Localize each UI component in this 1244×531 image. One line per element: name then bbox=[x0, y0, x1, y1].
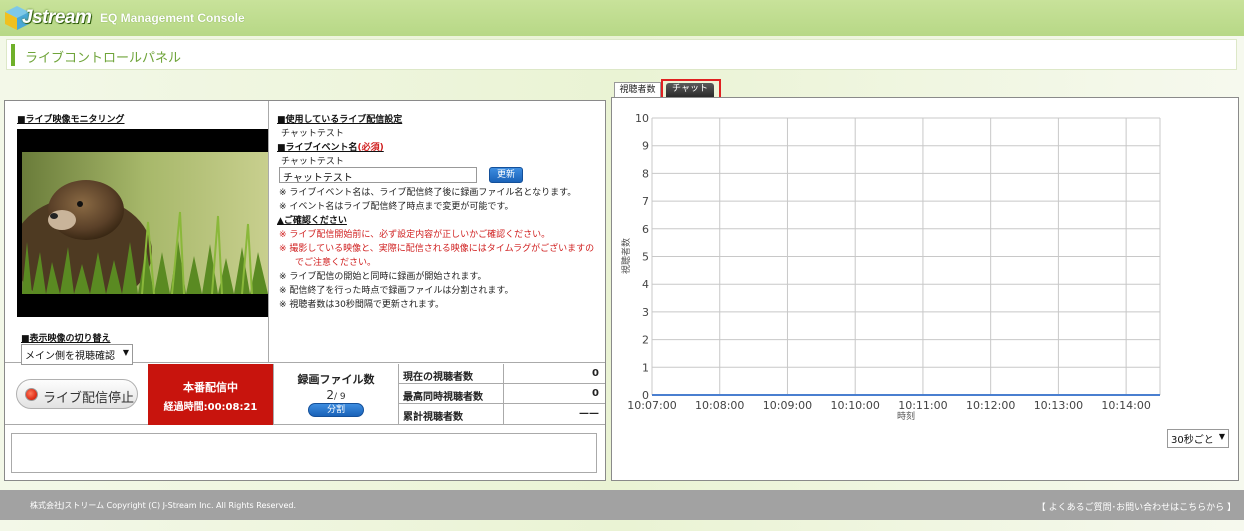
warning-item: ※ ライブ配信開始前に、必ず設定内容が正しいかご確認ください。 bbox=[279, 230, 551, 240]
y-tick-label: 4 bbox=[642, 278, 649, 291]
event-name-input[interactable]: チャットテスト bbox=[279, 167, 477, 184]
rec-current: 2 bbox=[326, 388, 334, 402]
monitor-title: ■ライブ映像モニタリング bbox=[17, 115, 125, 125]
viewer-stats-table: 現在の視聴者数 0 最高同時視聴者数 0 累計視聴者数 —— bbox=[399, 364, 605, 425]
display-switch-value: メイン側を視聴確認 bbox=[25, 351, 115, 362]
interval-value: 30秒ごと bbox=[1171, 435, 1214, 446]
y-tick-label: 2 bbox=[642, 334, 649, 347]
table-row: 最高同時視聴者数 0 bbox=[399, 384, 605, 404]
live-control-panel: ■ライブ映像モニタリング ■表示映像の切り替え メイン側を視聴確認 ▼ ■使用し… bbox=[4, 100, 606, 481]
info-item: ※ ライブ配信の開始と同時に録画が開始されます。 bbox=[279, 272, 487, 282]
live-status-badge: 本番配信中 経過時間:00:08:21 bbox=[148, 364, 273, 425]
faq-link[interactable]: 【 よくあるご質問･お問い合わせはこちらから 】 bbox=[1037, 500, 1236, 513]
live-video-player[interactable] bbox=[17, 129, 268, 317]
x-tick-label: 10:14:00 bbox=[1101, 399, 1150, 412]
logo-text: Jstream bbox=[22, 7, 92, 28]
video-monitor-section: ■ライブ映像モニタリング ■表示映像の切り替え メイン側を視聴確認 ▼ bbox=[5, 101, 269, 365]
event-title-text: ■ライブイベント名 bbox=[277, 143, 358, 153]
page-title: ライブコントロールパネル bbox=[25, 51, 182, 66]
x-tick-label: 10:13:00 bbox=[1034, 399, 1083, 412]
table-row: 現在の視聴者数 0 bbox=[399, 364, 605, 384]
confirm-title: ▲ご確認ください bbox=[277, 216, 347, 226]
event-title: ■ライブイベント名(必須) bbox=[277, 140, 384, 153]
info-item: ※ 配信終了を行った時点で録画ファイルは分割されます。 bbox=[279, 286, 514, 296]
copyright-text: 株式会社Jストリーム Copyright (C) J-Stream Inc. A… bbox=[30, 501, 297, 510]
required-mark: (必須) bbox=[357, 143, 384, 153]
info-item: ※ 視聴者数は30秒間隔で更新されます。 bbox=[279, 300, 444, 310]
console-title: EQ Management Console bbox=[100, 11, 245, 25]
config-title: ■使用しているライブ配信設定 bbox=[277, 115, 403, 125]
stat-value: —— bbox=[579, 408, 599, 419]
note-item: ※ イベント名はライブ配信終了時点まで変更が可能です。 bbox=[279, 202, 514, 212]
stat-label: 累計視聴者数 bbox=[403, 412, 463, 423]
viewer-count-chart: 01234567891010:07:00 10:08:00 10:09:00 10:1… bbox=[620, 112, 1161, 422]
warning-item: でご注意ください。 bbox=[295, 258, 377, 268]
status-row: ライブ配信停止 本番配信中 経過時間:00:08:21 録画ファイル数 2/ 9… bbox=[5, 364, 605, 425]
note-item: ※ ライブイベント名は、ライブ配信終了後に録画ファイル名となります。 bbox=[279, 188, 577, 198]
table-row: 累計視聴者数 —— bbox=[399, 404, 605, 424]
settings-section: ■使用しているライブ配信設定 チャットテスト ■ライブイベント名(必須) チャッ… bbox=[269, 101, 605, 363]
split-button[interactable]: 分割 bbox=[308, 403, 364, 417]
config-value: チャットテスト bbox=[281, 129, 344, 139]
interval-select[interactable]: 30秒ごと ▼ bbox=[1167, 429, 1229, 448]
stat-value: 0 bbox=[592, 388, 599, 399]
y-axis-label: 視聴者数 bbox=[620, 238, 632, 274]
y-tick-label: 3 bbox=[642, 306, 649, 319]
title-accent bbox=[11, 44, 15, 66]
warning-item: ※ 撮影している映像と、実際に配信される映像にはタイムラグがございますの bbox=[279, 244, 595, 254]
stat-label: 現在の視聴者数 bbox=[403, 372, 473, 383]
tab-viewers[interactable]: 視聴者数 bbox=[614, 82, 661, 98]
table-divider bbox=[503, 384, 504, 404]
y-tick-label: 6 bbox=[642, 223, 649, 236]
x-tick-label: 10:08:00 bbox=[695, 399, 744, 412]
stop-live-button[interactable]: ライブ配信停止 bbox=[16, 379, 138, 409]
viewer-chart-panel: 0 1 2 3 4 5 6 7 8 9 10 10:07:00 10:08:00 10:09:00 10:1… bbox=[611, 97, 1239, 481]
update-button[interactable]: 更新 bbox=[489, 167, 523, 183]
page-title-bar: ライブコントロールパネル bbox=[6, 39, 1237, 70]
video-frame-image bbox=[22, 152, 268, 294]
rec-count: 2/ 9 bbox=[274, 388, 398, 402]
event-current-name: チャットテスト bbox=[281, 157, 344, 167]
y-tick-label: 10 bbox=[635, 112, 649, 125]
x-tick-label: 10:10:00 bbox=[830, 399, 879, 412]
y-tick-label: 9 bbox=[642, 140, 649, 153]
recording-files: 録画ファイル数 2/ 9 分割 bbox=[273, 364, 399, 425]
stat-value: 0 bbox=[592, 368, 599, 379]
y-tick-label: 7 bbox=[642, 195, 649, 208]
chevron-down-icon: ▼ bbox=[1218, 432, 1225, 441]
top-bar: Jstream EQ Management Console bbox=[0, 0, 1244, 36]
record-dot-icon bbox=[25, 388, 38, 401]
x-tick-label: 10:11:00 bbox=[898, 399, 947, 412]
display-switch-select[interactable]: メイン側を視聴確認 ▼ bbox=[21, 344, 133, 365]
stop-live-label: ライブ配信停止 bbox=[43, 391, 135, 406]
table-divider bbox=[503, 364, 504, 384]
table-divider bbox=[503, 404, 504, 424]
rec-total: / 9 bbox=[334, 392, 346, 402]
x-tick-label: 10:12:00 bbox=[966, 399, 1015, 412]
x-axis-label: 時刻 bbox=[897, 410, 915, 422]
chevron-down-icon: ▼ bbox=[122, 348, 129, 357]
x-tick-label: 10:07:00 bbox=[627, 399, 676, 412]
jstream-logo[interactable]: Jstream bbox=[4, 3, 92, 35]
rec-files-title: 録画ファイル数 bbox=[297, 373, 375, 386]
switch-title: ■表示映像の切り替え bbox=[21, 334, 111, 344]
stat-label: 最高同時視聴者数 bbox=[403, 392, 483, 403]
message-area bbox=[11, 433, 597, 473]
footer: 株式会社Jストリーム Copyright (C) J-Stream Inc. A… bbox=[0, 490, 1244, 520]
x-tick-label: 10:09:00 bbox=[763, 399, 812, 412]
y-tick-label: 8 bbox=[642, 167, 649, 180]
y-tick-label: 5 bbox=[642, 251, 649, 264]
elapsed-time: 経過時間:00:08:21 bbox=[163, 402, 258, 413]
y-tick-label: 1 bbox=[642, 361, 649, 374]
live-status-label: 本番配信中 bbox=[183, 381, 238, 394]
tab-chat[interactable]: チャット bbox=[666, 83, 714, 97]
